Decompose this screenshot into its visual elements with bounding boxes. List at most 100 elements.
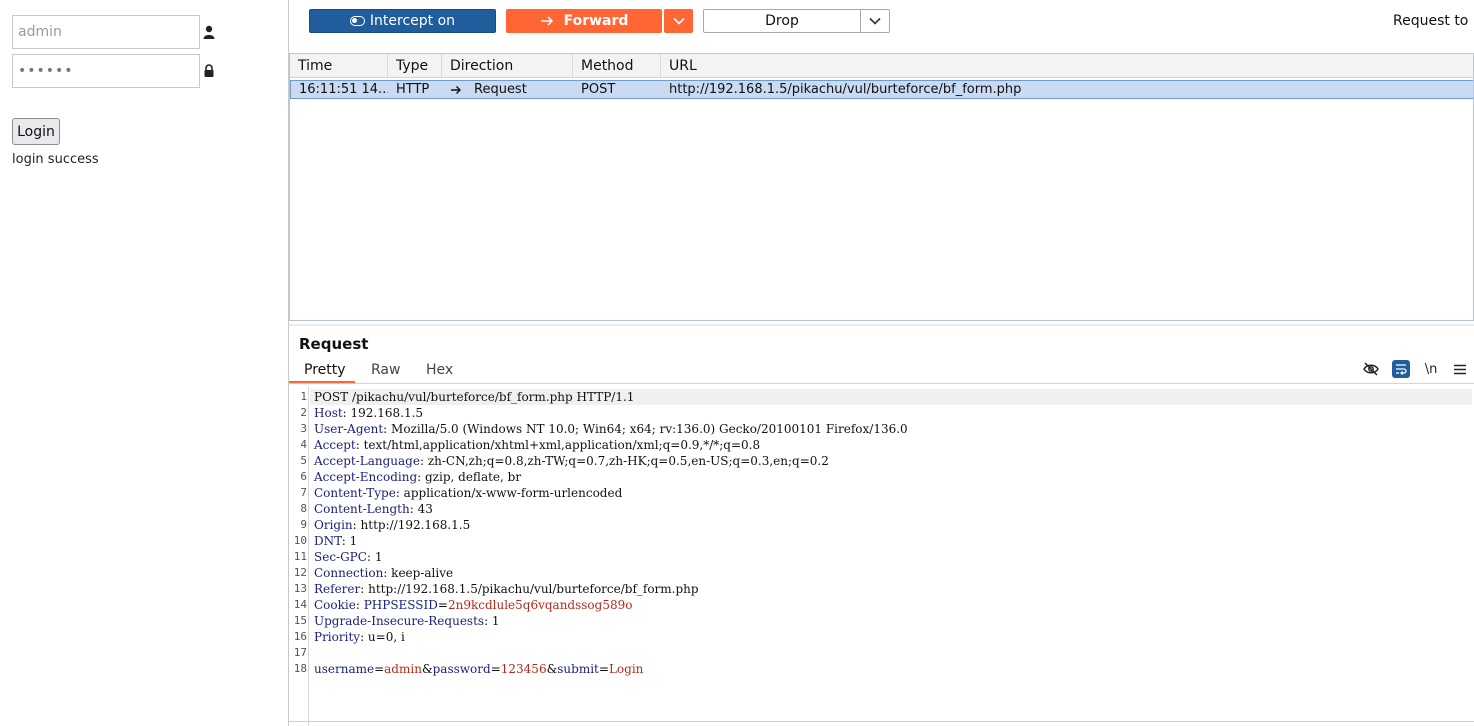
tab-hex[interactable]: Hex bbox=[426, 362, 453, 378]
forward-label: Forward bbox=[563, 13, 629, 29]
password-input[interactable]: •••••• bbox=[12, 54, 200, 88]
active-tab-indicator bbox=[289, 381, 355, 383]
header-value: keep-alive bbox=[391, 566, 454, 580]
param-value: 123456 bbox=[500, 662, 547, 676]
line-number: 17 bbox=[293, 646, 307, 659]
login-status-message: login success bbox=[12, 152, 99, 167]
lock-icon bbox=[204, 64, 214, 77]
drop-options-button[interactable] bbox=[860, 9, 890, 33]
header-value: text/html,application/xhtml+xml,applicat… bbox=[363, 438, 761, 452]
tab-pretty[interactable]: Pretty bbox=[304, 362, 346, 378]
tab-raw[interactable]: Raw bbox=[371, 362, 400, 378]
forward-button[interactable]: Forward bbox=[506, 9, 662, 33]
forward-options-button[interactable] bbox=[664, 9, 693, 33]
line-number: 12 bbox=[293, 566, 307, 579]
header-value: u=0, i bbox=[367, 630, 405, 644]
line-number: 3 bbox=[300, 422, 307, 435]
header-colon: : bbox=[366, 550, 375, 564]
header-name: DNT bbox=[314, 534, 342, 548]
header-value: 1 bbox=[374, 550, 383, 564]
header-colon: : bbox=[352, 518, 361, 532]
code-line: Accept: text/html,application/xhtml+xml,… bbox=[314, 437, 760, 453]
param-eq: = bbox=[598, 662, 609, 676]
code-line: Host: 192.168.1.5 bbox=[314, 405, 423, 421]
header-colon: : bbox=[484, 614, 492, 628]
header-colon: : bbox=[395, 486, 404, 500]
column-header-direction[interactable]: Direction bbox=[442, 54, 573, 78]
cell-url: http://192.168.1.5/pikachu/vul/burteforc… bbox=[669, 82, 1022, 97]
show-newlines-icon[interactable]: \n bbox=[1422, 360, 1440, 378]
line-number: 10 bbox=[293, 534, 307, 547]
user-icon bbox=[203, 25, 215, 39]
line-number: 4 bbox=[300, 438, 307, 451]
request-target-label: Request to ht bbox=[1393, 13, 1474, 29]
column-header-time[interactable]: Time bbox=[290, 54, 388, 78]
line-number: 5 bbox=[300, 454, 307, 467]
code-line: Content-Length: 43 bbox=[314, 501, 433, 517]
header-colon: : bbox=[341, 534, 350, 548]
cookie-value: 2n9kcdlule5q6vqandssog589o bbox=[447, 598, 633, 612]
code-line: Accept-Encoding: gzip, deflate, br bbox=[314, 469, 521, 485]
header-name: Content-Type bbox=[314, 486, 396, 500]
arrow-right-icon bbox=[540, 16, 553, 26]
param-value: Login bbox=[608, 662, 644, 676]
line-number: 11 bbox=[293, 550, 307, 563]
header-value: Mozilla/5.0 (Windows NT 10.0; Win64; x64… bbox=[391, 422, 908, 436]
line-number: 2 bbox=[300, 406, 307, 419]
intercept-toggle-button[interactable]: Intercept on bbox=[309, 9, 496, 33]
line-number: 13 bbox=[293, 582, 307, 595]
param-name: username bbox=[314, 662, 375, 676]
header-name: Accept-Encoding bbox=[314, 470, 418, 484]
direction-text: Request bbox=[474, 82, 527, 97]
header-colon: : bbox=[409, 502, 418, 516]
menu-icon[interactable] bbox=[1451, 360, 1469, 378]
browser-pane: admin •••••• Login login success bbox=[0, 0, 288, 726]
request-line: POST /pikachu/vul/burteforce/bf_form.php… bbox=[314, 390, 635, 404]
drop-button[interactable]: Drop bbox=[703, 9, 860, 33]
cell-type: HTTP bbox=[396, 82, 430, 97]
cell-method: POST bbox=[581, 82, 616, 97]
line-number: 7 bbox=[300, 486, 307, 499]
header-value: http://192.168.1.5/pikachu/vul/burteforc… bbox=[368, 582, 699, 596]
drop-label: Drop bbox=[765, 13, 799, 29]
param-eq: = bbox=[374, 662, 385, 676]
header-name: Sec-GPC bbox=[314, 550, 367, 564]
header-colon: : bbox=[419, 454, 428, 468]
header-colon: : bbox=[383, 422, 392, 436]
column-header-method[interactable]: Method bbox=[573, 54, 661, 78]
login-button[interactable]: Login bbox=[12, 118, 60, 145]
header-value: 1 bbox=[491, 614, 500, 628]
word-wrap-icon[interactable] bbox=[1392, 360, 1410, 378]
cookie-eq: = bbox=[437, 598, 448, 612]
request-panel: Request Pretty Raw Hex \n 1 2 3 4 5 6 7 8 9 10 bbox=[289, 324, 1474, 726]
column-header-type[interactable]: Type bbox=[388, 54, 442, 78]
column-header-url[interactable]: URL bbox=[661, 54, 1473, 78]
line-number: 1 bbox=[300, 390, 307, 403]
line-number-gutter: 1 2 3 4 5 6 7 8 9 10 11 12 13 14 15 16 17 18 bbox=[289, 387, 309, 726]
table-row[interactable]: 16:11:51 14... HTTP Request POST http://… bbox=[290, 80, 1473, 99]
cookie-name: PHPSESSID bbox=[363, 598, 438, 612]
header-name: Accept-Language bbox=[314, 454, 420, 468]
header-name: User-Agent bbox=[314, 422, 384, 436]
param-separator: & bbox=[546, 662, 558, 676]
header-colon: : bbox=[360, 630, 368, 644]
line-number: 18 bbox=[293, 662, 307, 675]
code-line: Referer: http://192.168.1.5/pikachu/vul/… bbox=[314, 581, 699, 597]
header-value: application/x-www-form-urlencoded bbox=[403, 486, 623, 500]
code-line: Sec-GPC: 1 bbox=[314, 549, 382, 565]
panel-bottom-border bbox=[289, 721, 1474, 722]
username-input[interactable]: admin bbox=[12, 15, 200, 49]
header-colon: : bbox=[360, 582, 369, 596]
header-value: 192.168.1.5 bbox=[350, 406, 424, 420]
header-name: Connection bbox=[314, 566, 384, 580]
code-line: Upgrade-Insecure-Requests: 1 bbox=[314, 613, 500, 629]
param-separator: & bbox=[421, 662, 433, 676]
header-value: zh-CN,zh;q=0.8,zh-TW;q=0.7,zh-HK;q=0.5,e… bbox=[427, 454, 829, 468]
code-line: Origin: http://192.168.1.5 bbox=[314, 517, 470, 533]
hide-nonprintable-icon[interactable] bbox=[1362, 360, 1380, 378]
header-name: Host bbox=[314, 406, 343, 420]
request-editor[interactable]: 1 2 3 4 5 6 7 8 9 10 11 12 13 14 15 16 17 18 POST /pikach… bbox=[289, 387, 1474, 726]
code-line: DNT: 1 bbox=[314, 533, 357, 549]
line-number: 14 bbox=[293, 598, 307, 611]
header-name: Referer bbox=[314, 582, 361, 596]
